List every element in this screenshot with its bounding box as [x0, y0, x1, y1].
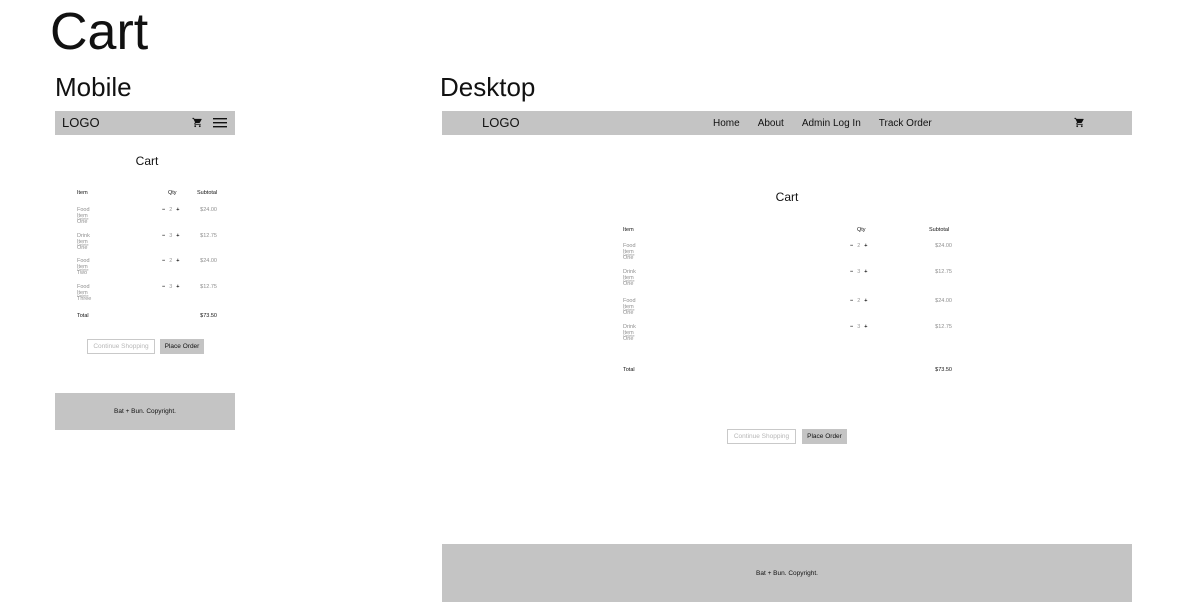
decrease-button[interactable]: −: [162, 233, 165, 239]
item-subtotal: $12.75: [935, 269, 952, 275]
quantity-value: 3: [857, 324, 861, 330]
increase-button[interactable]: +: [864, 269, 867, 275]
mobile-menu-icon[interactable]: [213, 117, 227, 128]
desktop-cart-heading: Cart: [775, 190, 799, 204]
item-subtotal: $24.00: [200, 207, 217, 213]
quantity-value: 3: [857, 269, 861, 275]
mobile-col-item: Item: [77, 190, 88, 196]
quantity-stepper: −2 +: [850, 298, 868, 304]
delete-link[interactable]: Delete: [77, 216, 89, 221]
increase-button[interactable]: +: [864, 324, 867, 330]
footer-text: Bat + Bun. Copyright.: [114, 408, 176, 415]
desktop-col-qty: Qty: [857, 227, 866, 233]
delete-link[interactable]: Delete: [623, 278, 635, 283]
item-subtotal: $24.00: [935, 298, 952, 304]
continue-shopping-button[interactable]: Continue Shopping: [727, 429, 796, 444]
decrease-button[interactable]: −: [850, 269, 853, 275]
quantity-stepper: −3 +: [850, 324, 868, 330]
nav-about[interactable]: About: [758, 118, 784, 129]
desktop-footer: Bat + Bun. Copyright.: [442, 544, 1132, 602]
decrease-button[interactable]: −: [162, 258, 165, 264]
decrease-button[interactable]: −: [162, 207, 165, 213]
quantity-stepper: −2 +: [850, 243, 868, 249]
item-subtotal: $24.00: [935, 243, 952, 249]
quantity-stepper: −3 +: [162, 284, 180, 290]
mobile-cart-icon[interactable]: [192, 117, 203, 128]
item-subtotal: $24.00: [200, 258, 217, 264]
delete-link[interactable]: Delete: [623, 333, 635, 338]
increase-button[interactable]: +: [176, 207, 179, 213]
delete-link[interactable]: Delete: [623, 252, 635, 257]
desktop-cart-icon[interactable]: [1074, 117, 1085, 128]
increase-button[interactable]: +: [176, 258, 179, 264]
quantity-stepper: −2 +: [162, 207, 180, 213]
nav-home[interactable]: Home: [713, 118, 740, 129]
decrease-button[interactable]: −: [850, 243, 853, 249]
increase-button[interactable]: +: [864, 298, 867, 304]
mobile-footer: Bat + Bun. Copyright.: [55, 393, 235, 430]
decrease-button[interactable]: −: [162, 284, 165, 290]
desktop-logo[interactable]: LOGO: [482, 111, 520, 135]
mobile-total-label: Total: [77, 313, 89, 319]
mobile-col-qty: Qty: [168, 190, 177, 196]
increase-button[interactable]: +: [864, 243, 867, 249]
increase-button[interactable]: +: [176, 233, 179, 239]
decrease-button[interactable]: −: [850, 324, 853, 330]
mobile-section-title: Mobile: [55, 72, 132, 102]
mobile-col-subtotal: Subtotal: [197, 190, 218, 196]
nav-track-order[interactable]: Track Order: [879, 118, 932, 129]
quantity-stepper: −3 +: [162, 233, 180, 239]
decrease-button[interactable]: −: [850, 298, 853, 304]
mobile-logo[interactable]: LOGO: [62, 111, 100, 135]
footer-text: Bat + Bun. Copyright.: [756, 569, 818, 577]
mobile-header: LOGO: [55, 111, 235, 135]
item-subtotal: $12.75: [200, 284, 217, 290]
item-subtotal: $12.75: [200, 233, 217, 239]
desktop-nav: Home About Admin Log In Track Order: [713, 111, 950, 135]
quantity-stepper: −2 +: [162, 258, 180, 264]
desktop-total-value: $73.50: [935, 367, 952, 373]
place-order-button[interactable]: Place Order: [802, 429, 847, 444]
delete-link[interactable]: Delete: [77, 242, 89, 247]
desktop-section-title: Desktop: [440, 72, 536, 102]
mobile-cart-heading: Cart: [135, 154, 159, 168]
quantity-value: 2: [857, 243, 861, 249]
desktop-header: LOGO Home About Admin Log In Track Order: [442, 111, 1132, 135]
desktop-col-item: Item: [623, 227, 634, 233]
quantity-stepper: −3 +: [850, 269, 868, 275]
increase-button[interactable]: +: [176, 284, 179, 290]
quantity-value: 2: [857, 298, 861, 304]
page-title: Cart: [50, 3, 149, 61]
item-subtotal: $12.75: [935, 324, 952, 330]
delete-link[interactable]: Delete: [77, 293, 89, 298]
mobile-total-value: $73.50: [200, 313, 217, 319]
quantity-value: 3: [169, 284, 173, 290]
desktop-col-subtotal: Subtotal: [929, 227, 950, 233]
delete-link[interactable]: Delete: [77, 267, 89, 272]
desktop-total-label: Total: [623, 367, 635, 373]
continue-shopping-button[interactable]: Continue Shopping: [87, 339, 155, 354]
quantity-value: 3: [169, 233, 173, 239]
quantity-value: 2: [169, 258, 173, 264]
quantity-value: 2: [169, 207, 173, 213]
nav-admin-log-in[interactable]: Admin Log In: [802, 118, 861, 129]
place-order-button[interactable]: Place Order: [160, 339, 204, 354]
delete-link[interactable]: Delete: [623, 307, 635, 312]
